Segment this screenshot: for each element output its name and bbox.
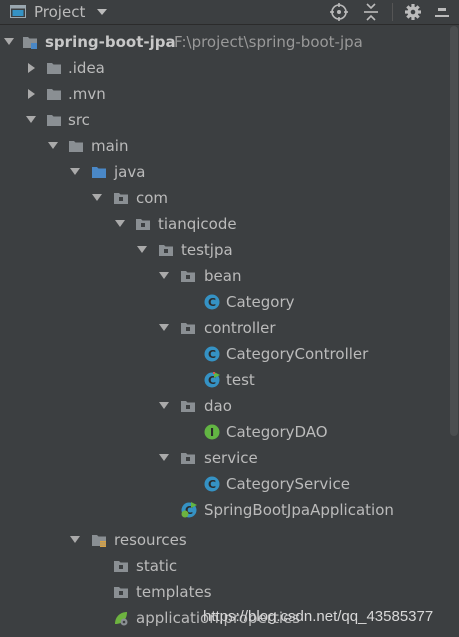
package-icon <box>181 271 195 282</box>
project-toolbar: Project <box>0 0 459 25</box>
tree-item-mvn[interactable]: .mvn <box>0 82 459 106</box>
expanded-arrow-icon[interactable] <box>70 535 80 545</box>
toolbar-separator <box>392 3 393 21</box>
tree-item-service[interactable]: service <box>0 446 459 470</box>
resources-folder-icon <box>92 535 106 547</box>
tree-item-category-controller[interactable]: C CategoryController <box>0 342 459 366</box>
tree-item-label: main <box>91 137 129 155</box>
tree-item-label: bean <box>204 267 242 285</box>
tree-item-label: .idea <box>68 59 105 77</box>
source-folder-icon <box>92 167 106 178</box>
tree-item-label: CategoryDAO <box>226 423 328 441</box>
expanded-arrow-icon[interactable] <box>70 167 80 177</box>
tree-item-com[interactable]: com <box>0 186 459 210</box>
package-icon <box>136 219 150 230</box>
vertical-scrollbar[interactable] <box>450 26 458 436</box>
module-folder-icon <box>23 37 37 49</box>
tree-item-label: java <box>114 163 146 181</box>
tree-item-label: testjpa <box>181 241 233 259</box>
tree-item-tianqicode[interactable]: tianqicode <box>0 212 459 236</box>
collapsed-arrow-icon[interactable] <box>26 89 36 99</box>
tree-item-label: CategoryController <box>226 345 369 363</box>
tree-item-root[interactable]: spring-boot-jpa F:\project\spring-boot-j… <box>0 30 459 54</box>
tree-item-label: spring-boot-jpa <box>45 33 176 51</box>
svg-text:I: I <box>210 426 214 439</box>
tree-item-label: test <box>226 371 255 389</box>
collapse-all-icon[interactable] <box>361 3 381 21</box>
tree-item-category-service[interactable]: C CategoryService <box>0 472 459 496</box>
tree-item-testjpa[interactable]: testjpa <box>0 238 459 262</box>
tree-item-label: static <box>136 557 178 575</box>
tree-item-main[interactable]: main <box>0 134 459 158</box>
tree-item-label: dao <box>204 397 232 415</box>
tree-item-bean[interactable]: bean <box>0 264 459 288</box>
tree-item-application[interactable]: C SpringBootJpaApplication <box>0 498 459 522</box>
tree-item-java[interactable]: java <box>0 160 459 184</box>
folder-icon <box>47 63 61 74</box>
tree-item-label: tianqicode <box>158 215 237 233</box>
runnable-class-icon: C <box>204 372 220 388</box>
locate-icon[interactable] <box>329 3 349 21</box>
project-view-icon <box>10 5 26 18</box>
chevron-down-icon[interactable] <box>97 9 107 16</box>
svg-text:C: C <box>208 348 216 361</box>
tree-item-controller[interactable]: controller <box>0 316 459 340</box>
tree-item-label: service <box>204 449 258 467</box>
package-icon <box>114 193 128 204</box>
tree-item-category-dao[interactable]: I CategoryDAO <box>0 420 459 444</box>
hide-icon[interactable] <box>432 3 452 21</box>
folder-icon <box>69 141 83 152</box>
expanded-arrow-icon[interactable] <box>4 37 14 47</box>
tree-item-path: F:\project\spring-boot-jpa <box>174 33 363 51</box>
tree-item-dao[interactable]: dao <box>0 394 459 418</box>
expanded-arrow-icon[interactable] <box>159 401 169 411</box>
folder-icon <box>47 115 61 126</box>
tree-item-label: Category <box>226 293 295 311</box>
expanded-arrow-icon[interactable] <box>137 245 147 255</box>
interface-icon: I <box>204 424 220 440</box>
collapsed-arrow-icon[interactable] <box>26 63 36 73</box>
tree-item-label: .mvn <box>68 85 106 103</box>
tree-item-label: SpringBootJpaApplication <box>204 501 394 519</box>
svg-text:C: C <box>208 296 216 309</box>
tree-item-resources[interactable]: resources <box>0 528 459 552</box>
package-icon <box>181 323 195 334</box>
tree-item-idea[interactable]: .idea <box>0 56 459 80</box>
folder-icon <box>47 89 61 100</box>
tree-item-label: com <box>136 189 169 207</box>
package-icon <box>181 453 195 464</box>
spring-boot-class-icon: C <box>181 502 197 518</box>
folder-icon <box>114 561 128 572</box>
tree-item-label: templates <box>136 583 212 601</box>
tree-item-templates[interactable]: templates <box>0 580 459 604</box>
tree-item-category[interactable]: C Category <box>0 290 459 314</box>
tree-item-label: resources <box>114 531 187 549</box>
tree-item-label: controller <box>204 319 276 337</box>
package-icon <box>181 401 195 412</box>
class-icon: C <box>204 346 220 362</box>
expanded-arrow-icon[interactable] <box>115 219 125 229</box>
tree-item-label: CategoryService <box>226 475 350 493</box>
class-icon: C <box>204 294 220 310</box>
tree-item-static[interactable]: static <box>0 554 459 578</box>
expanded-arrow-icon[interactable] <box>92 193 102 203</box>
tree-item-test[interactable]: C test <box>0 368 459 392</box>
class-icon: C <box>204 476 220 492</box>
expanded-arrow-icon[interactable] <box>159 453 169 463</box>
gear-icon[interactable] <box>403 3 423 21</box>
expanded-arrow-icon[interactable] <box>159 323 169 333</box>
svg-text:C: C <box>208 478 216 491</box>
expanded-arrow-icon[interactable] <box>26 115 36 125</box>
expanded-arrow-icon[interactable] <box>159 271 169 281</box>
tree-item-label: src <box>68 111 90 129</box>
spring-leaf-icon <box>115 612 128 626</box>
package-icon <box>159 245 173 256</box>
expanded-arrow-icon[interactable] <box>48 141 58 151</box>
watermark-text: https://blog.csdn.net/qq_43585377 <box>203 608 434 625</box>
tree-item-src[interactable]: src <box>0 108 459 132</box>
folder-icon <box>114 587 128 598</box>
tool-window-title[interactable]: Project <box>34 3 85 21</box>
